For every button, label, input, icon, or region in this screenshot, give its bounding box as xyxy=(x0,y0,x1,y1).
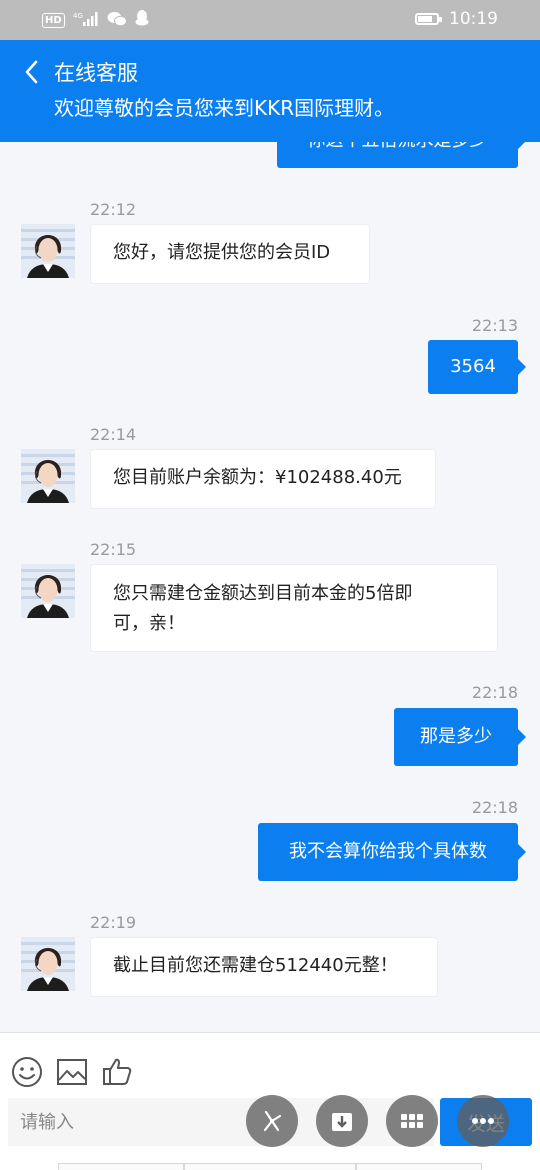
message-timestamp: 22:14 xyxy=(90,425,137,444)
message-bubble-user[interactable]: 你这个五倍流水是多少 xyxy=(277,142,526,168)
message-bubble-agent[interactable]: 您只需建仓金额达到目前本金的5倍即 可，亲！ xyxy=(90,564,498,652)
screenshot-button[interactable] xyxy=(246,1095,298,1147)
grid-icon xyxy=(401,1114,423,1128)
message-bubble-user[interactable]: 3564 xyxy=(428,340,526,394)
bottom-bar-edge xyxy=(58,1163,184,1170)
agent-avatar xyxy=(21,224,75,278)
status-bar: HD 4G 10:19 xyxy=(0,0,540,40)
screenshot-icon xyxy=(263,1110,282,1132)
status-icons-right: 10:19 xyxy=(415,9,498,29)
thumbs-up-icon[interactable] xyxy=(100,1055,134,1089)
chat-header: 在线客服 欢迎尊敬的会员您来到KKR国际理财。 xyxy=(0,40,540,142)
message-bubble-agent[interactable]: 您好，请您提供您的会员ID xyxy=(90,224,370,284)
bottom-bar-edge xyxy=(356,1163,482,1170)
message-input[interactable] xyxy=(8,1098,434,1146)
more-icon xyxy=(472,1118,494,1124)
wechat-icon xyxy=(107,11,127,31)
signal-icon: 4G xyxy=(73,11,99,31)
agent-avatar xyxy=(21,449,75,503)
message-timestamp: 22:18 xyxy=(471,683,518,702)
chat-messages[interactable]: 你这个五倍流水是多少 22:12 您好，请您提供您的会员ID 22:13 356… xyxy=(0,142,540,1032)
message-timestamp: 22:15 xyxy=(90,540,137,559)
page-title: 在线客服 xyxy=(54,61,138,85)
download-button[interactable] xyxy=(316,1095,368,1147)
agent-avatar xyxy=(21,937,75,991)
message-bubble-agent[interactable]: 您目前账户余额为：¥102488.40元 xyxy=(90,449,436,509)
message-bubble-user[interactable]: 我不会算你给我个具体数 xyxy=(258,823,526,881)
message-timestamp: 22:19 xyxy=(90,913,137,932)
qq-icon xyxy=(135,10,149,31)
image-icon[interactable] xyxy=(55,1055,89,1089)
status-time: 10:19 xyxy=(449,9,498,29)
hd-icon: HD xyxy=(42,13,65,28)
message-bubble-agent[interactable]: 截止目前您还需建仓512440元整！ xyxy=(90,937,438,997)
grid-button[interactable] xyxy=(386,1095,438,1147)
battery-icon xyxy=(415,13,442,25)
message-bubble-user[interactable]: 那是多少 xyxy=(394,708,526,766)
message-timestamp: 22:12 xyxy=(90,200,137,219)
message-text: 你这个五倍流水是多少 xyxy=(308,142,488,151)
network-type-label: 4G xyxy=(73,12,83,20)
chat-screen: HD 4G 10:19 在线客服 欢迎尊敬的会员您来到KKR国际理财。 22:1… xyxy=(0,0,540,1170)
download-icon xyxy=(332,1113,352,1131)
message-timestamp: 22:13 xyxy=(471,316,518,335)
message-text: 我不会算你给我个具体数 xyxy=(289,841,487,862)
agent-avatar xyxy=(21,564,75,618)
chevron-left-icon xyxy=(25,60,38,84)
bottom-bar-edge xyxy=(184,1163,356,1170)
message-text: 您好，请您提供您的会员ID xyxy=(113,242,331,263)
message-text: 那是多少 xyxy=(420,726,492,747)
message-text: 3564 xyxy=(450,356,496,377)
message-text: 截止目前您还需建仓512440元整！ xyxy=(113,955,398,976)
message-text-line: 您只需建仓金额达到目前本金的5倍即 xyxy=(113,583,413,604)
back-button[interactable] xyxy=(18,56,48,88)
status-icons-left: HD 4G xyxy=(42,10,149,31)
message-timestamp: 22:18 xyxy=(471,798,518,817)
more-button[interactable] xyxy=(457,1095,509,1147)
welcome-subtitle: 欢迎尊敬的会员您来到KKR国际理财。 xyxy=(54,96,395,120)
message-text-line: 可，亲！ xyxy=(113,613,185,634)
emoji-icon[interactable] xyxy=(10,1055,44,1089)
message-text: 您目前账户余额为：¥102488.40元 xyxy=(113,467,402,488)
